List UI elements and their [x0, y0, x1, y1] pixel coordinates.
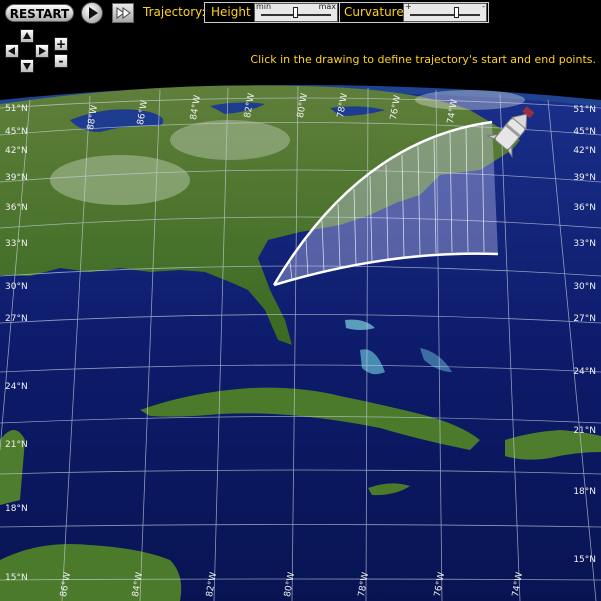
zoom-out-button[interactable]: - [54, 54, 68, 68]
latitude-label: 18°N [5, 504, 28, 514]
latitude-label: 33°N [5, 239, 28, 249]
globe-view[interactable]: 51°N 45°N 42°N 39°N 36°N 33°N 30°N 27°N 24°N 21°N… [0, 26, 601, 601]
arrow-up-icon [23, 32, 31, 39]
latitude-label: 45°N [573, 127, 596, 137]
latitude-label: 21°N [5, 440, 28, 450]
curvature-label: Curvature [344, 5, 404, 19]
latitude-label: 27°N [573, 314, 596, 324]
zoom-in-button[interactable]: + [54, 37, 68, 51]
latitude-label: 39°N [5, 173, 28, 183]
latitude-label: 18°N [573, 487, 596, 497]
cloud [170, 120, 290, 160]
pan-left-button[interactable] [5, 44, 19, 58]
curvature-min-label: + [405, 2, 412, 11]
latitude-label: 30°N [573, 282, 596, 292]
latitude-label: 39°N [573, 173, 596, 183]
play-button[interactable] [81, 2, 103, 24]
instruction-text: Click in the drawing to define trajector… [250, 53, 596, 66]
height-slider-thumb[interactable] [293, 7, 299, 18]
latitude-label: 30°N [5, 282, 28, 292]
pan-up-button[interactable] [20, 29, 34, 43]
curvature-slider-track [410, 14, 480, 16]
latitude-label: 36°N [5, 203, 28, 213]
latitude-label: 33°N [573, 239, 596, 249]
height-slider[interactable]: min max [254, 3, 338, 22]
height-label: Height [211, 5, 251, 19]
pan-down-button[interactable] [20, 59, 34, 73]
height-max-label: max [318, 2, 336, 11]
restart-button[interactable]: RESTART [5, 4, 74, 22]
arrow-right-icon [39, 47, 46, 55]
step-forward-icon [116, 7, 131, 19]
latitude-label: 15°N [5, 573, 28, 583]
play-icon [89, 7, 98, 19]
arrow-left-icon [8, 47, 15, 55]
app-window: RESTART Trajectory: Height min max Curva… [0, 0, 601, 601]
toolbar: RESTART Trajectory: Height min max Curva… [0, 0, 601, 26]
globe-map[interactable]: 51°N 45°N 42°N 39°N 36°N 33°N 30°N 27°N 24°N 21°N… [0, 26, 601, 601]
latitude-label: 45°N [5, 127, 28, 137]
latitude-label: 36°N [573, 203, 596, 213]
latitude-label: 27°N [5, 314, 28, 324]
latitude-label: 51°N [573, 105, 596, 115]
curvature-slider[interactable]: + - [403, 3, 487, 22]
latitude-label: 15°N [573, 555, 596, 565]
curvature-slider-thumb[interactable] [454, 7, 460, 18]
latitude-label: 21°N [573, 426, 596, 436]
arrow-down-icon [23, 63, 31, 70]
step-button[interactable] [112, 3, 134, 23]
latitude-label: 24°N [573, 367, 596, 377]
latitude-label: 51°N [5, 104, 28, 114]
pan-right-button[interactable] [35, 44, 49, 58]
height-min-label: min [256, 2, 272, 11]
latitude-label: 24°N [5, 382, 28, 392]
latitude-label: 42°N [573, 146, 596, 156]
cloud [50, 155, 190, 205]
latitude-label: 42°N [5, 146, 28, 156]
trajectory-label: Trajectory: [143, 5, 206, 19]
curvature-max-label: - [482, 2, 485, 11]
